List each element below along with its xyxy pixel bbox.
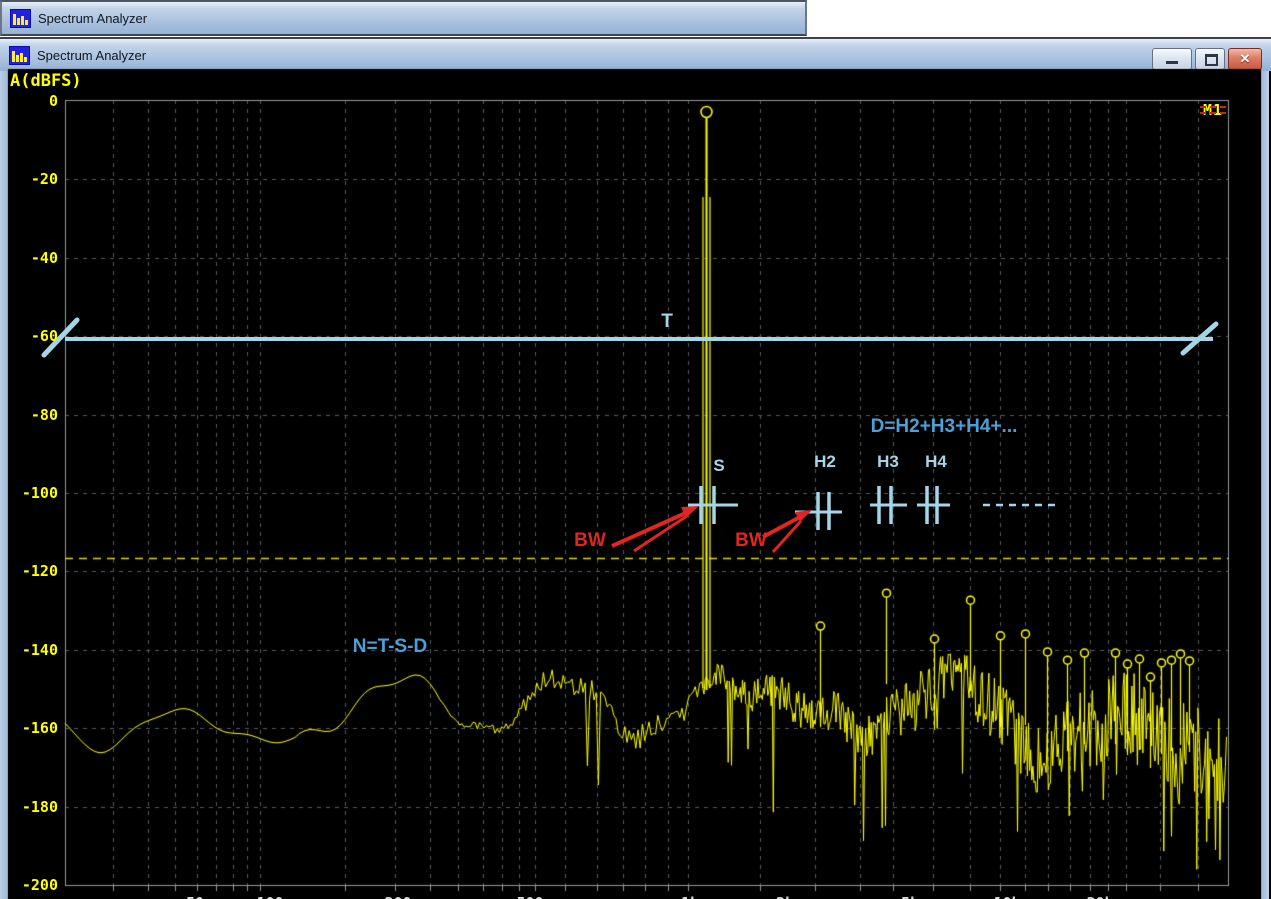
y-axis-label: A(dBFS) (10, 71, 82, 91)
x-tick-label: 1k (660, 894, 720, 899)
bw-label-2: BW (735, 530, 767, 552)
distortion-formula: D=H2+H3+H4+... (871, 416, 1018, 438)
x-tick-label: 5k (880, 894, 940, 899)
annotation-layer (0, 0, 1271, 899)
y-tick-label: -140 (6, 641, 58, 659)
bw-arrow-2 (763, 510, 812, 552)
x-tick-label: 50 (165, 894, 225, 899)
h3-marker[interactable] (870, 486, 907, 524)
h4-label: H4 (925, 452, 947, 472)
y-tick-label: 0 (6, 92, 58, 110)
x-tick-label: 500 (500, 894, 560, 899)
t-cursor[interactable] (44, 320, 1216, 355)
x-tick-label: 100 (240, 894, 300, 899)
x-tick-label: 200 (368, 894, 428, 899)
y-tick-label: -200 (6, 876, 58, 894)
y-tick-label: -100 (6, 484, 58, 502)
signal-label: S (713, 456, 724, 476)
x-tick-label: 2k (755, 894, 815, 899)
h2-label: H2 (814, 452, 836, 472)
x-tick-label: 20k (1070, 894, 1130, 899)
h3-label: H3 (877, 452, 899, 472)
h2-marker[interactable] (795, 492, 842, 530)
t-cursor-label: T (661, 311, 673, 333)
y-tick-label: -180 (6, 798, 58, 816)
bw-arrow-1 (612, 506, 699, 551)
h4-marker[interactable] (917, 486, 950, 524)
y-tick-label: -120 (6, 562, 58, 580)
desktop: Spectrum Analyzer Spectrum Analyzer ✕ (0, 0, 1271, 899)
bw-label-1: BW (574, 530, 606, 552)
noise-formula: N=T-S-D (353, 636, 427, 658)
y-tick-label: -20 (6, 170, 58, 188)
y-tick-label: -60 (6, 327, 58, 345)
y-tick-label: -160 (6, 719, 58, 737)
s-marker[interactable] (688, 486, 738, 524)
y-tick-label: -40 (6, 249, 58, 267)
marker-legend: M1 (1203, 101, 1223, 119)
y-tick-label: -80 (6, 406, 58, 424)
x-tick-label: 10k (977, 894, 1037, 899)
